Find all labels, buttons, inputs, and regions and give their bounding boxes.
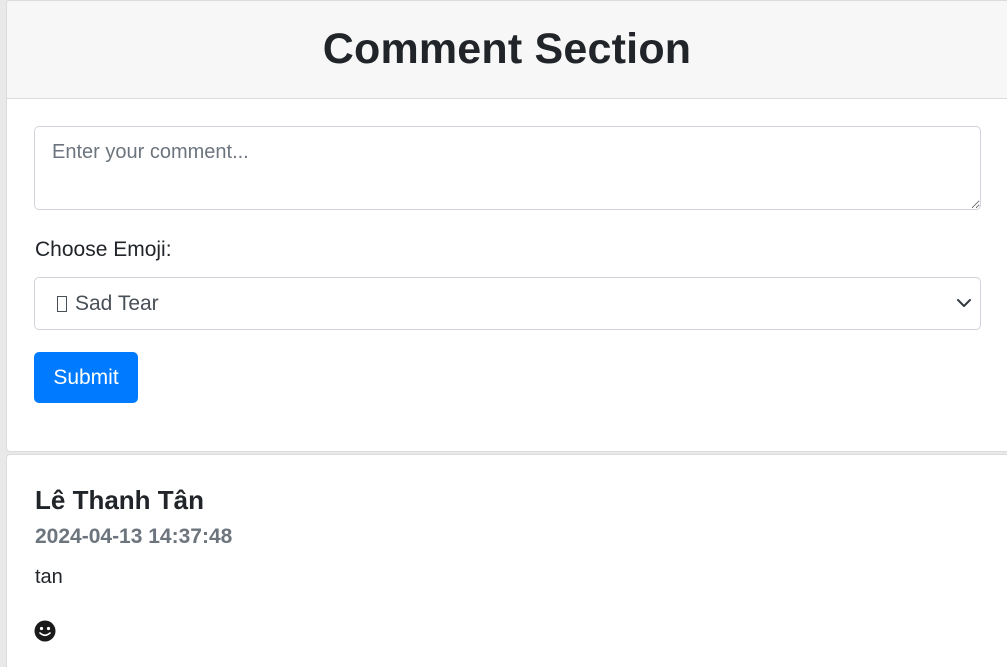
smiley-face-icon	[34, 620, 56, 642]
emoji-select-value: Sad Tear	[75, 291, 159, 315]
page: Comment Section Choose Emoji: Sad Tear S…	[0, 0, 1007, 667]
card-header: Comment Section	[7, 1, 1007, 99]
comment-input[interactable]	[34, 126, 981, 210]
submit-button[interactable]: Submit	[34, 352, 138, 403]
comment-text: tan	[35, 566, 63, 588]
page-title: Comment Section	[322, 25, 692, 73]
comment-card: Lê Thanh Tân 2024-04-13 14:37:48 tan	[6, 454, 1007, 667]
chevron-down-icon	[957, 299, 971, 307]
missing-glyph-box-icon	[57, 295, 67, 312]
comment-form-card: Comment Section Choose Emoji: Sad Tear S…	[6, 0, 1007, 452]
comment-timestamp: 2024-04-13 14:37:48	[35, 525, 233, 548]
emoji-label: Choose Emoji:	[35, 238, 172, 261]
comment-author: Lê Thanh Tân	[35, 485, 204, 515]
emoji-select[interactable]: Sad Tear	[34, 277, 981, 330]
